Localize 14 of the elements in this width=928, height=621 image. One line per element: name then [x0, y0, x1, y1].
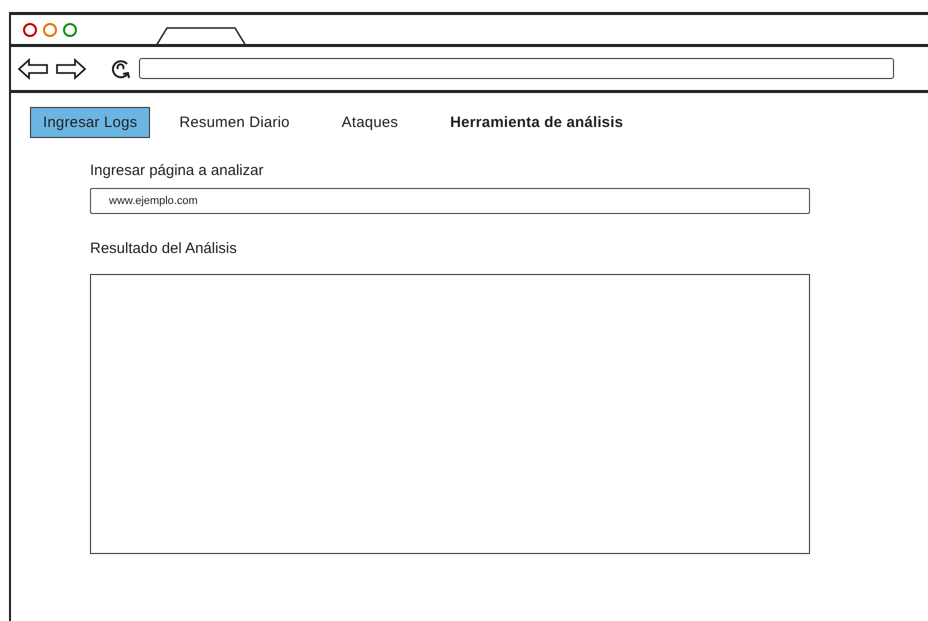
browser-tab-icon[interactable]: [155, 27, 247, 47]
url-input-field[interactable]: www.ejemplo.com: [90, 188, 810, 214]
nav-tab[interactable]: Herramienta de análisis: [437, 107, 636, 138]
nav-tab[interactable]: Ingresar Logs: [30, 107, 150, 138]
result-label: Resultado del Análisis: [90, 240, 238, 259]
window-control-icon[interactable]: [43, 22, 57, 36]
nav-tab[interactable]: Resumen Diario: [166, 107, 303, 138]
address-bar[interactable]: [139, 58, 894, 79]
forward-arrow-icon[interactable]: [55, 58, 87, 80]
window-control-icon[interactable]: [63, 22, 77, 36]
window-control-icon[interactable]: [23, 22, 37, 36]
nav-tab[interactable]: Ataques: [328, 107, 412, 138]
back-arrow-icon[interactable]: [17, 58, 49, 80]
url-label: Ingresar página a analizar: [90, 162, 264, 181]
